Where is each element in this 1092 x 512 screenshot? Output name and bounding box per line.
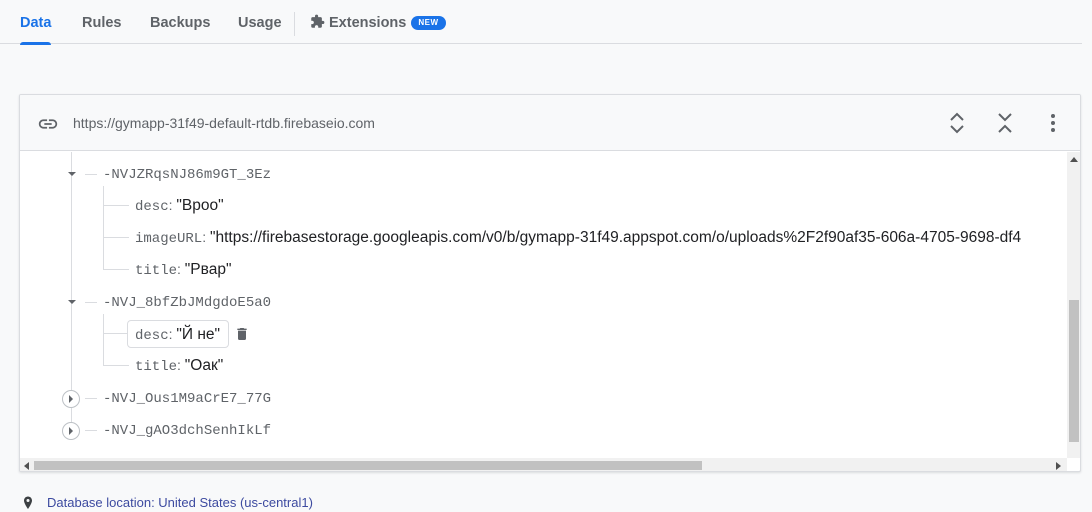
caret-right-icon bbox=[69, 427, 73, 435]
tree-connector bbox=[103, 365, 129, 366]
tree-leaf[interactable]: title: "Рвар" bbox=[135, 256, 231, 282]
database-url[interactable]: https://gymapp-31f49-default-rtdb.fireba… bbox=[73, 115, 375, 131]
database-location-text: Database location: United States (us-cen… bbox=[47, 495, 313, 510]
vertical-scroll-thumb[interactable] bbox=[1069, 300, 1079, 442]
horizontal-scrollbar[interactable] bbox=[20, 458, 1067, 471]
expand-all-icon[interactable] bbox=[943, 109, 971, 137]
tab-rules[interactable]: Rules bbox=[82, 0, 122, 44]
scroll-right-arrow-icon[interactable] bbox=[1056, 462, 1062, 470]
tree-leaf[interactable]: imageURL: "https://firebasestorage.googl… bbox=[135, 224, 1021, 250]
tree-connector bbox=[103, 333, 129, 334]
tree-leaf[interactable]: desc: "Й не" bbox=[135, 321, 220, 347]
tree-node-key[interactable]: -NVJ_Ous1M9aCrE7_77G bbox=[103, 384, 271, 410]
tree-guide-line bbox=[103, 186, 104, 270]
caret-down-icon[interactable] bbox=[65, 295, 79, 309]
caret-right-icon bbox=[69, 395, 73, 403]
tree-connector bbox=[103, 269, 129, 270]
tree-node-key[interactable]: -NVJZRqsNJ86m9GT_3Ez bbox=[103, 160, 271, 186]
tab-backups[interactable]: Backups bbox=[150, 0, 210, 44]
tree-connector bbox=[103, 205, 129, 206]
tab-bar: Data Rules Backups Usage Extensions NEW bbox=[0, 0, 1082, 45]
vertical-scrollbar[interactable] bbox=[1067, 152, 1080, 458]
tab-divider bbox=[294, 12, 295, 36]
tree-connector bbox=[103, 237, 129, 238]
collapse-all-icon[interactable] bbox=[991, 109, 1019, 137]
expand-node-button[interactable] bbox=[62, 422, 80, 440]
tree-guide-line bbox=[103, 314, 104, 366]
caret-down-icon[interactable] bbox=[65, 167, 79, 181]
database-card: https://gymapp-31f49-default-rtdb.fireba… bbox=[19, 94, 1081, 472]
link-icon[interactable] bbox=[37, 113, 59, 135]
delete-icon[interactable] bbox=[234, 326, 250, 342]
expand-node-button[interactable] bbox=[62, 390, 80, 408]
tree-connector bbox=[85, 430, 97, 431]
tree-connector bbox=[85, 174, 97, 175]
more-vert-icon[interactable] bbox=[1039, 109, 1067, 137]
card-header: https://gymapp-31f49-default-rtdb.fireba… bbox=[20, 95, 1080, 151]
location-pin-icon bbox=[24, 496, 32, 509]
tab-extensions[interactable]: Extensions NEW bbox=[310, 0, 446, 44]
tree-leaf[interactable]: desc: "Врoo" bbox=[135, 192, 224, 218]
tree-connector bbox=[85, 398, 97, 399]
tree-leaf[interactable]: title: "Оак" bbox=[135, 352, 223, 378]
tree-node-key[interactable]: -NVJ_gAO3dchSenhIkLf bbox=[103, 416, 271, 442]
tab-data[interactable]: Data bbox=[20, 0, 52, 45]
puzzle-piece-icon bbox=[311, 14, 325, 28]
tree-node-key[interactable]: -NVJ_8bfZbJMdgdoE5a0 bbox=[103, 288, 271, 314]
scroll-left-arrow-icon[interactable] bbox=[23, 462, 29, 470]
new-badge: NEW bbox=[411, 16, 446, 30]
tab-usage[interactable]: Usage bbox=[238, 0, 282, 44]
tree-connector bbox=[85, 302, 97, 303]
extensions-label: Extensions bbox=[329, 15, 407, 31]
horizontal-scroll-thumb[interactable] bbox=[34, 461, 702, 470]
scroll-up-arrow-icon[interactable] bbox=[1070, 156, 1078, 162]
data-tree: -NVJZRqsNJ86m9GT_3Ez desc: "Врoo" imageU… bbox=[20, 152, 1067, 458]
